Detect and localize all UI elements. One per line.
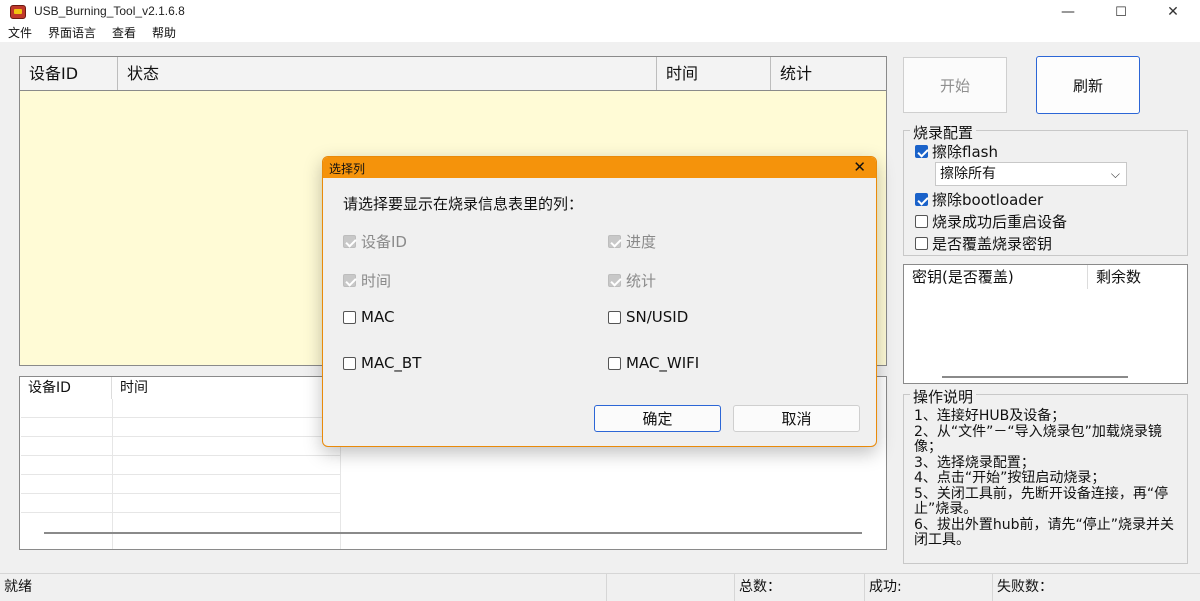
menu-help[interactable]: 帮助 <box>144 24 184 42</box>
grid-line <box>112 399 113 549</box>
grid-line <box>21 436 341 437</box>
title-bar: USB_Burning_Tool_v2.1.6.8 — ☐ ✕ <box>0 0 1200 24</box>
refresh-button[interactable]: 刷新 <box>1036 56 1140 114</box>
reboot-after-checkbox[interactable]: 烧录成功后重启设备 <box>915 211 1067 232</box>
erase-mode-select[interactable]: 擦除所有 ⌵ <box>935 162 1127 186</box>
checkbox-unchecked-icon <box>608 310 621 324</box>
checkbox-disabled-icon <box>608 235 621 248</box>
status-total: 总数： <box>734 574 864 601</box>
ops-group: 操作说明 1、连接好HUB及设备； 2、从“文件”－“导入烧录包”加载烧录镜像；… <box>903 386 1188 564</box>
grid-line <box>21 493 341 494</box>
option-sn-usid[interactable]: SN/USID <box>608 308 688 326</box>
ok-button[interactable]: 确定 <box>594 405 721 432</box>
burn-info-header: 设备ID 状态 时间 统计 <box>20 57 886 91</box>
horizontal-scrollbar[interactable] <box>942 376 1128 378</box>
status-fail: 失败数： <box>992 574 1200 601</box>
log-col-time[interactable]: 时间 <box>112 377 340 399</box>
chevron-down-icon: ⌵ <box>1110 167 1120 181</box>
checkbox-unchecked-icon <box>915 237 928 250</box>
checkbox-checked-icon <box>915 145 928 158</box>
log-col-device-id[interactable]: 设备ID <box>20 377 112 399</box>
erase-mode-value: 擦除所有 <box>940 166 996 182</box>
app-icon <box>10 5 26 19</box>
status-ready: 就绪 <box>4 579 32 595</box>
option-label: MAC <box>361 308 395 326</box>
maximize-button[interactable]: ☐ <box>1098 0 1144 24</box>
burn-config-title: 烧录配置 <box>910 122 977 143</box>
grid-line <box>21 474 341 475</box>
erase-bootloader-checkbox[interactable]: 擦除bootloader <box>915 189 1043 210</box>
option-label: 时间 <box>361 272 392 290</box>
col-stats[interactable]: 统计 <box>771 57 886 90</box>
menu-language[interactable]: 界面语言 <box>40 24 104 42</box>
menu-view[interactable]: 查看 <box>104 24 144 42</box>
status-bar: 就绪 总数： 成功: 失败数： <box>0 573 1200 601</box>
dialog-title-bar: 选择列 ✕ <box>323 157 876 178</box>
close-window-button[interactable]: ✕ <box>1150 0 1196 24</box>
option-device-id: 设备ID <box>343 231 407 252</box>
option-label: 进度 <box>626 233 657 251</box>
erase-flash-label: 擦除flash <box>932 143 998 161</box>
dialog-prompt: 请选择要显示在烧录信息表里的列： <box>343 195 584 213</box>
option-label: MAC_BT <box>361 354 422 372</box>
window-title: USB_Burning_Tool_v2.1.6.8 <box>34 4 185 18</box>
status-success: 成功: <box>864 574 992 601</box>
checkbox-unchecked-icon <box>915 215 928 228</box>
burn-config-group: 烧录配置 擦除flash 擦除所有 ⌵ 擦除bootloader 烧录成功后重启… <box>903 122 1188 256</box>
menu-bar: 文件 界面语言 查看 帮助 <box>0 24 1200 42</box>
grid-line <box>21 417 341 418</box>
option-mac-bt[interactable]: MAC_BT <box>343 354 421 372</box>
checkbox-unchecked-icon <box>608 356 621 370</box>
minimize-button[interactable]: — <box>1045 0 1091 24</box>
col-status[interactable]: 状态 <box>118 57 657 90</box>
ops-instructions: 1、连接好HUB及设备； 2、从“文件”－“导入烧录包”加载烧录镜像； 3、选择… <box>914 408 1175 548</box>
option-stats: 统计 <box>608 270 656 291</box>
key-table[interactable]: 密钥(是否覆盖) 剩余数 <box>903 264 1188 384</box>
key-col-remaining[interactable]: 剩余数 <box>1088 265 1187 289</box>
overwrite-key-checkbox[interactable]: 是否覆盖烧录密钥 <box>915 233 1052 254</box>
menu-file[interactable]: 文件 <box>0 24 40 42</box>
reboot-after-label: 烧录成功后重启设备 <box>932 213 1068 231</box>
option-mac-wifi[interactable]: MAC_WIFI <box>608 354 699 372</box>
status-blank <box>606 574 734 601</box>
erase-bootloader-label: 擦除bootloader <box>932 191 1044 209</box>
cancel-button[interactable]: 取消 <box>733 405 860 432</box>
key-col-key[interactable]: 密钥(是否覆盖) <box>904 265 1088 289</box>
option-label: MAC_WIFI <box>626 354 700 372</box>
grid-line <box>21 512 341 513</box>
option-mac[interactable]: MAC <box>343 308 394 326</box>
dialog-close-icon[interactable]: ✕ <box>853 158 866 176</box>
col-device-id[interactable]: 设备ID <box>20 57 118 90</box>
option-label: 设备ID <box>361 233 407 251</box>
select-columns-dialog: 选择列 ✕ 请选择要显示在烧录信息表里的列： 设备ID 进度 时间 统计 MAC… <box>322 156 877 447</box>
horizontal-scrollbar[interactable] <box>44 532 862 534</box>
erase-flash-checkbox[interactable]: 擦除flash <box>915 141 998 162</box>
option-progress: 进度 <box>608 231 656 252</box>
checkbox-unchecked-icon <box>343 356 356 370</box>
checkbox-unchecked-icon <box>343 310 356 324</box>
option-label: SN/USID <box>626 308 689 326</box>
grid-line <box>21 455 341 456</box>
dialog-title: 选择列 <box>329 162 366 176</box>
checkbox-disabled-icon <box>608 274 621 287</box>
ops-title: 操作说明 <box>910 386 977 407</box>
checkbox-checked-icon <box>915 193 928 206</box>
option-time: 时间 <box>343 270 391 291</box>
checkbox-disabled-icon <box>343 235 356 248</box>
start-button[interactable]: 开始 <box>903 57 1007 113</box>
checkbox-disabled-icon <box>343 274 356 287</box>
option-label: 统计 <box>626 272 657 290</box>
overwrite-key-label: 是否覆盖烧录密钥 <box>932 235 1053 253</box>
col-time[interactable]: 时间 <box>657 57 771 90</box>
